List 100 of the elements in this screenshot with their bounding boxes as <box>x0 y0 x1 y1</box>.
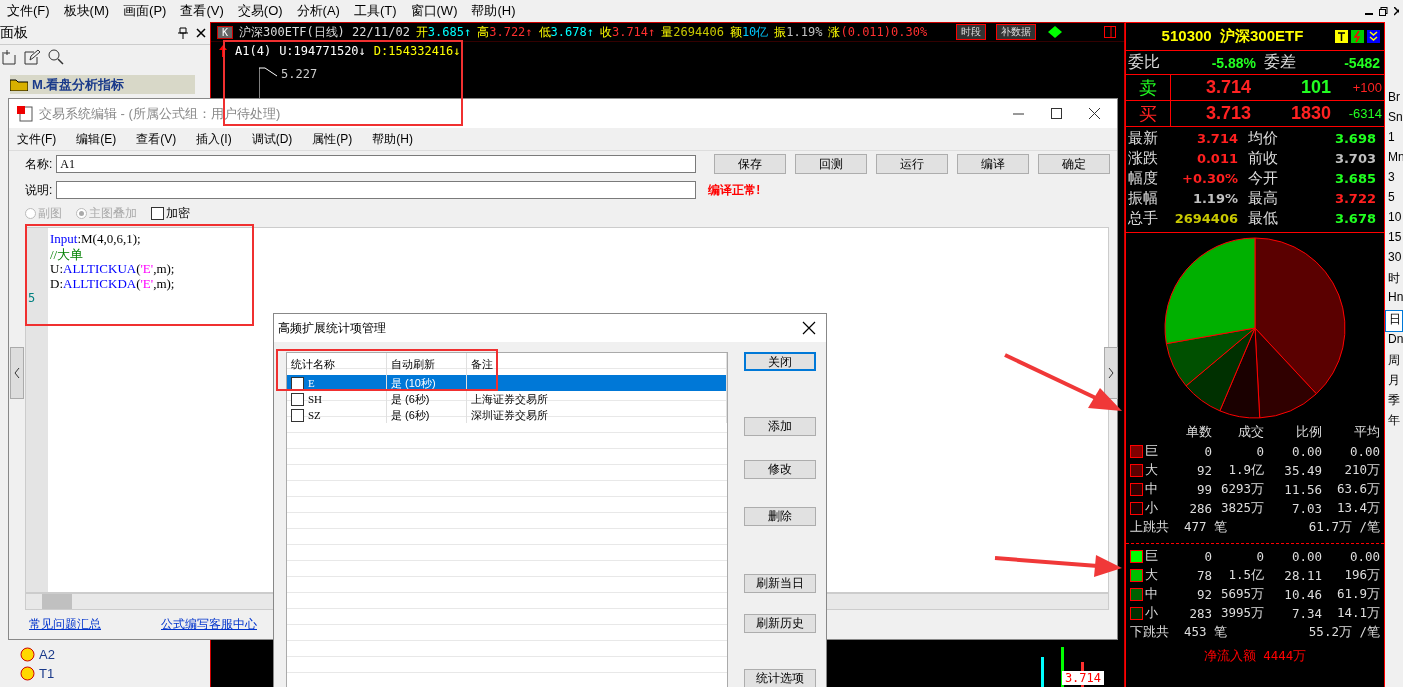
column-header[interactable]: 自动刷新 <box>391 356 435 372</box>
period-tab[interactable]: 15 <box>1385 230 1403 250</box>
dialog-button[interactable]: 删除 <box>744 507 816 526</box>
period-tab[interactable]: 1 <box>1385 130 1403 150</box>
table-cell-text: 0 <box>1203 443 1212 461</box>
chart-button[interactable]: 补数据 <box>996 24 1036 40</box>
row-checkbox[interactable] <box>291 376 304 390</box>
menu-item[interactable]: 文件(F) <box>17 130 57 148</box>
dialog-button[interactable]: 统计选项 <box>744 669 816 687</box>
list-row[interactable]: SH 是 (6秒) 上海证券交易所 <box>287 391 727 407</box>
period-tab[interactable]: Dn <box>1385 332 1403 352</box>
circle-icon <box>20 647 35 662</box>
table-cell-text: 286 <box>1188 500 1212 518</box>
help-link[interactable]: 公式编写客服中心 <box>161 616 257 633</box>
new-icon[interactable] <box>2 49 16 65</box>
restore-icon[interactable] <box>1379 6 1388 16</box>
pin-icon[interactable] <box>178 27 188 39</box>
total-label: 上跳共 477 笔 <box>1130 519 1228 536</box>
row-checkbox[interactable] <box>291 392 304 406</box>
checkbox-option[interactable]: 加密 <box>151 204 190 222</box>
menu-item[interactable]: 分析(A) <box>289 2 347 20</box>
instrument-title: 沪深300ETF(日线) 22/11/02 <box>239 23 410 41</box>
stat-label: 委比 <box>1127 52 1161 72</box>
column-header[interactable]: 备注 <box>471 356 493 372</box>
description-field[interactable] <box>56 181 697 199</box>
search-icon[interactable] <box>48 49 64 65</box>
diamond-icon[interactable] <box>1048 26 1062 38</box>
period-tab[interactable]: 季 <box>1385 392 1403 412</box>
period-tab[interactable]: 日 <box>1385 310 1403 332</box>
toolbar-button[interactable]: 运行 <box>876 154 949 174</box>
dialog-button[interactable]: 修改 <box>744 460 816 479</box>
maximize-icon[interactable] <box>1051 107 1063 120</box>
edit-icon[interactable] <box>24 49 40 65</box>
tree-item[interactable]: M.看盘分析指标 <box>10 75 195 94</box>
order-price: 3.713 <box>1204 103 1251 124</box>
period-tab[interactable]: Br <box>1385 90 1403 110</box>
toolbar-button[interactable]: 回测 <box>795 154 868 174</box>
quote-value: 额10亿 <box>729 23 769 41</box>
list-row[interactable]: SZ 是 (6秒) 深圳证券交易所 <box>287 407 727 423</box>
quote-value: 振1.19% <box>774 23 823 41</box>
order-change: -6314 <box>1347 106 1383 121</box>
dialog-button[interactable]: 关闭 <box>744 352 816 371</box>
row-checkbox[interactable] <box>291 408 304 422</box>
table-cell-text: 28.11 <box>1283 567 1322 585</box>
period-tab[interactable]: 5 <box>1385 190 1403 210</box>
column-header[interactable]: 统计名称 <box>291 356 335 372</box>
toolbar-button[interactable]: 编译 <box>957 154 1030 174</box>
period-tab[interactable]: 时 <box>1385 270 1403 290</box>
list-row[interactable]: E 是 (10秒) <box>287 375 727 391</box>
period-tab[interactable]: Sn <box>1385 110 1403 130</box>
dialog-button[interactable]: 刷新当日 <box>744 574 816 593</box>
menu-item[interactable]: 帮助(H) <box>372 130 413 148</box>
menu-item[interactable]: 插入(I) <box>196 130 232 148</box>
menu-item[interactable]: 查看(V) <box>136 130 177 148</box>
table-cell-text: 10.46 <box>1283 586 1322 604</box>
stat-value: -5482 <box>1343 54 1381 71</box>
table-cell-text: 11.56 <box>1283 481 1322 499</box>
total-label: 下跳共 453 笔 <box>1130 624 1228 641</box>
period-tab[interactable]: 10 <box>1385 210 1403 230</box>
period-tab[interactable]: 30 <box>1385 250 1403 270</box>
menu-item[interactable]: 窗口(W) <box>403 2 465 20</box>
tree-item[interactable]: A2 <box>10 645 210 664</box>
menu-item[interactable]: 画面(P) <box>116 2 174 20</box>
table-cell-text: 0 <box>1203 548 1212 566</box>
toolbar-button[interactable]: 保存 <box>714 154 787 174</box>
menu-item[interactable]: 调试(D) <box>251 130 293 148</box>
period-tab[interactable]: 年 <box>1385 412 1403 432</box>
table-cell-text: 196万 <box>1343 566 1380 584</box>
menu-item[interactable]: 编辑(E) <box>76 130 117 148</box>
name-field[interactable]: A1 <box>56 155 697 173</box>
dialog-button[interactable]: 刷新历史 <box>744 614 816 633</box>
toolbar-button[interactable]: 确定 <box>1038 154 1111 174</box>
menu-item[interactable]: 工具(T) <box>346 2 404 20</box>
table-cell-text: 92 <box>1195 462 1212 480</box>
period-tab[interactable]: 月 <box>1385 372 1403 392</box>
row-label: 大 <box>1145 567 1158 584</box>
menu-item[interactable]: 交易(O) <box>230 2 290 20</box>
tree-item[interactable]: T1 <box>10 664 210 683</box>
dialog-button[interactable]: 添加 <box>744 417 816 436</box>
collapse-right-icon[interactable] <box>1104 347 1118 399</box>
chart-button[interactable]: 时段 <box>956 24 986 40</box>
period-tab[interactable]: 3 <box>1385 170 1403 190</box>
arrow-down-icon[interactable] <box>1367 30 1380 43</box>
menu-item[interactable]: 查看(V) <box>173 2 231 20</box>
circle-icon <box>20 666 35 681</box>
help-link[interactable]: 常见问题汇总 <box>29 616 101 633</box>
panel-toggle-icon[interactable] <box>1104 26 1116 38</box>
period-button[interactable]: K <box>217 25 234 39</box>
menu-item[interactable]: 文件(F) <box>0 2 57 20</box>
table-cell-text: 35.49 <box>1283 462 1322 480</box>
table-cell-text: 14.1万 <box>1335 604 1380 622</box>
period-tab[interactable]: Mn <box>1385 150 1403 170</box>
menu-item[interactable]: 板块(M) <box>56 2 117 20</box>
order-side: 卖 <box>1126 75 1171 100</box>
period-tab[interactable]: Hn <box>1385 290 1403 310</box>
menu-item[interactable]: 帮助(H) <box>464 2 523 20</box>
period-tab[interactable]: 周 <box>1385 352 1403 372</box>
menu-item[interactable]: 属性(P) <box>312 130 353 148</box>
stat-value: 3.714 <box>1195 131 1238 146</box>
column-header: 成交 <box>1237 423 1264 441</box>
